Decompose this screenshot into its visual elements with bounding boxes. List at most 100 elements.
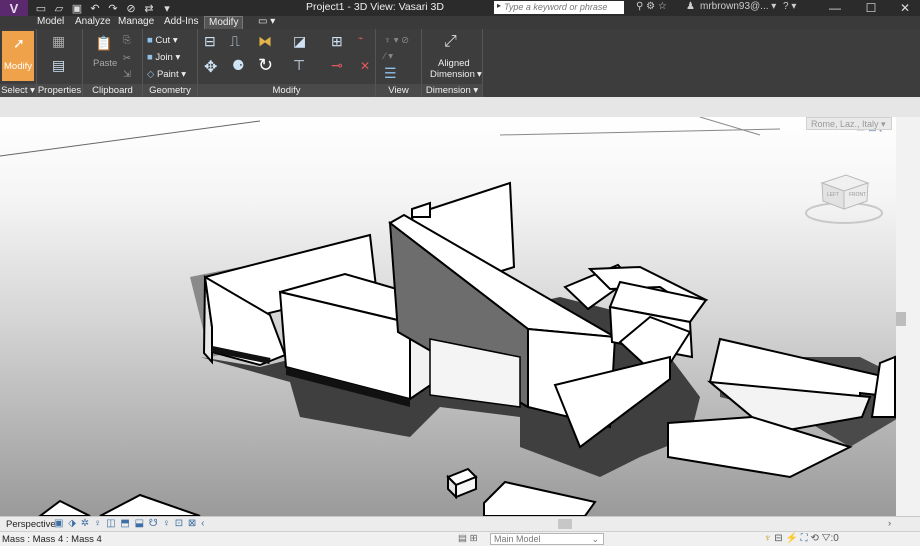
select-dropdown[interactable]: Select ▾ bbox=[0, 84, 36, 97]
help-icon[interactable]: ? ▾ bbox=[783, 1, 796, 12]
panel-select: ➚ Modify Select ▾ bbox=[0, 29, 37, 97]
cut-label: Cut ▾ bbox=[155, 35, 178, 46]
vertical-scroll-thumb[interactable] bbox=[896, 312, 906, 326]
view-type-label: Perspective bbox=[6, 519, 56, 530]
trim-icon[interactable]: ⊤ bbox=[293, 57, 305, 74]
mass-block[interactable] bbox=[411, 201, 431, 218]
binoculars-icon[interactable]: ⚲ ⚙ ☆ bbox=[636, 1, 667, 12]
qat-dropdown-icon[interactable]: ▾ bbox=[160, 2, 174, 15]
array-icon[interactable]: ⊞ bbox=[331, 33, 343, 50]
join-button[interactable]: ■ Join ▾ bbox=[147, 52, 180, 63]
scroll-right-icon[interactable]: › bbox=[888, 518, 891, 529]
user-icon[interactable]: ♟ bbox=[686, 1, 695, 12]
model-select-value: Main Model bbox=[494, 534, 541, 544]
dimension-label[interactable]: Dimension bbox=[430, 69, 475, 80]
minimize-icon[interactable]: — bbox=[820, 0, 850, 16]
properties-label: Properties bbox=[37, 84, 82, 97]
search-arrow-icon[interactable]: ▸ bbox=[497, 1, 501, 10]
mirror-icon[interactable]: ⧓ bbox=[258, 33, 272, 50]
cut-clip-icon[interactable]: ✂ bbox=[123, 53, 131, 64]
ground-line bbox=[699, 117, 761, 136]
dimension-dropdown[interactable]: Dimension ▾ bbox=[422, 84, 482, 97]
user-name[interactable]: mrbrown93@... ▾ bbox=[700, 1, 776, 12]
paste-icon[interactable]: 📋 bbox=[95, 35, 112, 52]
linework-icon[interactable]: ☰ bbox=[384, 65, 397, 82]
tab-manage[interactable]: Manage bbox=[114, 16, 158, 29]
view-control-bar: Perspective ▣ ⬗ ✲ ♀ ◫ ⬒ ⬓ ☋ ♀ ⊡ ⊠ ‹ › bbox=[0, 516, 920, 531]
tab-model[interactable]: Model bbox=[33, 16, 68, 29]
measure-icon[interactable]: ⊘ bbox=[124, 2, 138, 15]
redo-icon[interactable]: ↷ bbox=[106, 2, 120, 15]
tab-modify[interactable]: Modify bbox=[204, 16, 244, 29]
panel-modify: ⊟ ⎍ ⧓ ◪ ⊞ ⌁ ✥ ⚈ ↻ ⊤ ⊸ ✕ Modify bbox=[198, 29, 376, 97]
dimension-arrow-icon[interactable]: ▾ bbox=[477, 69, 482, 80]
view-control-icons[interactable]: ▣ ⬗ ✲ ♀ ◫ ⬒ ⬓ ☋ ♀ ⊡ ⊠ ‹ bbox=[54, 518, 205, 529]
new-icon[interactable]: ▭ bbox=[34, 2, 48, 15]
modify-panel-label: Modify bbox=[198, 84, 375, 97]
save-icon[interactable]: ▣ bbox=[70, 2, 84, 15]
cut-icon: ■ bbox=[147, 35, 153, 46]
status-bar: Mass : Mass 4 : Mass 4 ▤ ⊞ Main Model ⌄ ♆… bbox=[0, 531, 920, 546]
ribbon-tabs: Model Analyze Manage Add-Ins Modify ▭ ▾ bbox=[0, 16, 920, 29]
tab-analyze[interactable]: Analyze bbox=[71, 16, 115, 29]
3d-viewport[interactable]: LEFT FRONT ▭ ⊡ ⤢ bbox=[0, 117, 920, 516]
ribbon-separator bbox=[0, 97, 920, 117]
offset-icon[interactable]: ⎍ bbox=[230, 33, 240, 50]
sync-icon[interactable]: ⇄ bbox=[142, 2, 156, 15]
light-icon[interactable]: ♆ ▾ ⊘ bbox=[384, 35, 409, 46]
model-select[interactable]: Main Model ⌄ bbox=[490, 533, 604, 545]
align-icon[interactable]: ⊟ bbox=[204, 33, 216, 50]
status-text: Mass : Mass 4 : Mass 4 bbox=[2, 534, 102, 545]
aligned-dimension-icon[interactable]: ⤢ bbox=[444, 33, 457, 51]
match-icon[interactable]: ⇲ bbox=[123, 69, 131, 80]
selection-filter-icons[interactable]: ♆ ⊟ ⚡ ⛶ ⟲ ▽:0 bbox=[764, 533, 839, 544]
pin-icon[interactable]: ⊸ bbox=[331, 57, 343, 74]
paint-icon: ◇ bbox=[147, 69, 155, 80]
paint-button[interactable]: ◇ Paint ▾ bbox=[147, 69, 186, 80]
modify-cursor-icon: ➚ bbox=[13, 35, 25, 51]
join-label: Join ▾ bbox=[155, 52, 181, 63]
main-model-icon[interactable]: ▤ ⊞ bbox=[458, 533, 478, 544]
app-logo-icon[interactable]: V bbox=[0, 0, 28, 16]
tab-add-ins[interactable]: Add-Ins bbox=[160, 16, 202, 29]
properties-icon[interactable]: ▤ bbox=[52, 57, 65, 74]
rotate-icon[interactable]: ↻ bbox=[258, 55, 273, 76]
paint-label: Paint ▾ bbox=[156, 69, 187, 80]
mass-block[interactable] bbox=[38, 499, 91, 516]
ground-line bbox=[499, 128, 781, 136]
delete-icon[interactable]: ✕ bbox=[360, 59, 370, 73]
mass-block[interactable] bbox=[99, 493, 201, 516]
window-title: Project1 - 3D View: Vasari 3D bbox=[306, 1, 444, 13]
tab-extra[interactable]: ▭ ▾ bbox=[254, 16, 279, 29]
panel-geometry: ■ Cut ▾ ■ Join ▾ ◇ Paint ▾ Geometry bbox=[143, 29, 198, 97]
paste-label[interactable]: Paste bbox=[93, 58, 117, 69]
quick-access-toolbar: ▭ ▱ ▣ ↶ ↷ ⊘ ⇄ ▾ bbox=[34, 2, 174, 15]
move-icon[interactable]: ✥ bbox=[204, 57, 217, 77]
title-bar: V ▭ ▱ ▣ ↶ ↷ ⊘ ⇄ ▾ Project1 - 3D View: Va… bbox=[0, 0, 920, 16]
clipboard-label: Clipboard bbox=[83, 84, 142, 97]
scale-icon[interactable]: ◪ bbox=[293, 33, 306, 50]
copy-clip-icon[interactable]: ⎘ bbox=[123, 35, 131, 46]
search-input[interactable]: Type a keyword or phrase bbox=[494, 1, 624, 14]
aligned-label[interactable]: Aligned bbox=[438, 58, 470, 69]
split-icon[interactable]: ⌁ bbox=[358, 33, 363, 44]
modify-label: Modify bbox=[4, 61, 32, 72]
location-dropdown[interactable]: Rome, Laz., Italy ▾ bbox=[806, 117, 892, 130]
close-icon[interactable]: ✕ bbox=[890, 0, 920, 16]
ribbon: ➚ Modify Select ▾ ▦ ▤ Properties 📋 Paste… bbox=[0, 29, 920, 97]
copy-icon[interactable]: ⚈ bbox=[232, 57, 245, 74]
horizontal-scroll-thumb[interactable] bbox=[558, 519, 572, 529]
type-properties-icon[interactable]: ▦ bbox=[52, 33, 65, 50]
hide-icon[interactable]: ∕ ▾ bbox=[384, 51, 393, 62]
maximize-icon[interactable]: ☐ bbox=[856, 0, 886, 16]
viewcube-front-label: FRONT bbox=[849, 192, 866, 198]
ground-line bbox=[0, 120, 261, 157]
geometry-label: Geometry bbox=[143, 84, 197, 97]
join-icon: ■ bbox=[147, 52, 153, 63]
open-icon[interactable]: ▱ bbox=[52, 2, 66, 15]
mass-block[interactable] bbox=[483, 480, 597, 516]
cut-button[interactable]: ■ Cut ▾ bbox=[147, 35, 178, 46]
3d-scene: LEFT FRONT bbox=[0, 117, 900, 516]
undo-icon[interactable]: ↶ bbox=[88, 2, 102, 15]
modify-button[interactable]: ➚ Modify bbox=[2, 31, 34, 81]
